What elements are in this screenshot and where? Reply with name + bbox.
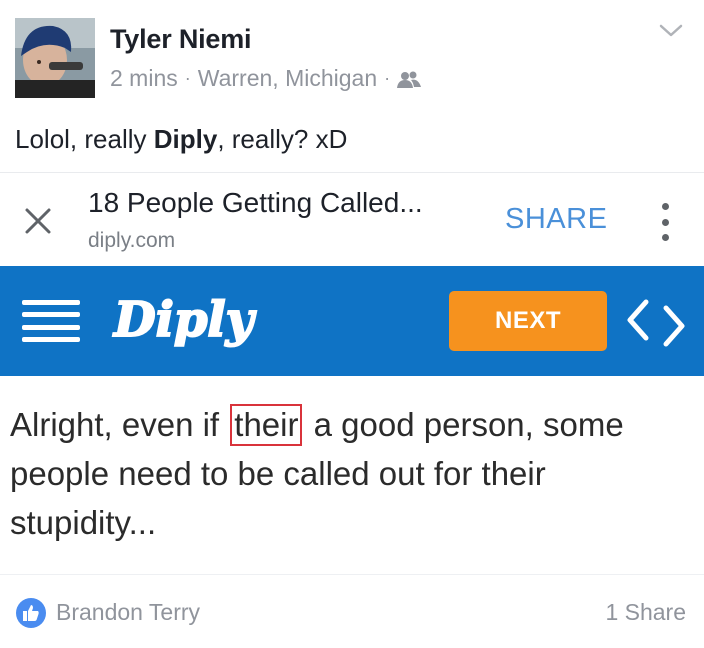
avatar-photo <box>15 18 95 98</box>
post-text-bold: Diply <box>153 124 218 154</box>
link-domain: diply.com <box>88 229 176 252</box>
more-options-button[interactable] <box>650 201 680 243</box>
post-text-prefix: Lolol, really <box>15 124 154 154</box>
thumbs-up-icon <box>16 598 46 628</box>
meta-separator: · <box>184 68 191 88</box>
post-meta: 2 mins · Warren, Michigan · <box>110 65 422 92</box>
share-count[interactable]: 1 Share <box>605 599 686 626</box>
link-title[interactable]: 18 People Getting Called... <box>88 187 423 219</box>
chevron-down-icon <box>659 24 683 37</box>
post-footer: Brandon Terry 1 Share <box>0 574 704 648</box>
post-header: Tyler Niemi 2 mins · Warren, Michigan · <box>0 0 704 110</box>
diply-logo[interactable]: Diply <box>108 280 278 360</box>
post-time[interactable]: 2 mins <box>110 65 178 92</box>
close-icon <box>25 208 51 234</box>
code-brackets-icon[interactable] <box>624 296 688 348</box>
diply-logo-text: Diply <box>112 292 257 348</box>
author-name[interactable]: Tyler Niemi <box>110 24 252 55</box>
avatar[interactable] <box>15 18 95 98</box>
more-vertical-icon <box>661 203 669 210</box>
friends-audience-icon <box>397 69 422 89</box>
share-button[interactable]: SHARE <box>505 203 607 236</box>
liker-name[interactable]: Brandon Terry <box>56 599 200 626</box>
menu-icon[interactable] <box>22 300 80 342</box>
post-location[interactable]: Warren, Michigan <box>198 65 377 92</box>
post-text: Lolol, really Diply, really? xD <box>15 124 347 155</box>
highlighted-word: their <box>230 404 303 446</box>
close-button[interactable] <box>18 201 58 241</box>
post-text-suffix: , really? xD <box>217 124 348 154</box>
link-preview-bar: 18 People Getting Called... diply.com SH… <box>0 172 704 266</box>
meta-separator: · <box>384 68 391 88</box>
diply-header: Diply NEXT <box>0 266 704 376</box>
post-options-button[interactable] <box>655 18 687 44</box>
next-button[interactable]: NEXT <box>449 291 607 351</box>
more-vertical-icon <box>661 234 669 241</box>
article-text: Alright, even if their a good person, so… <box>10 400 700 547</box>
article-text-before: Alright, even if <box>10 406 229 443</box>
more-vertical-icon <box>661 218 669 226</box>
